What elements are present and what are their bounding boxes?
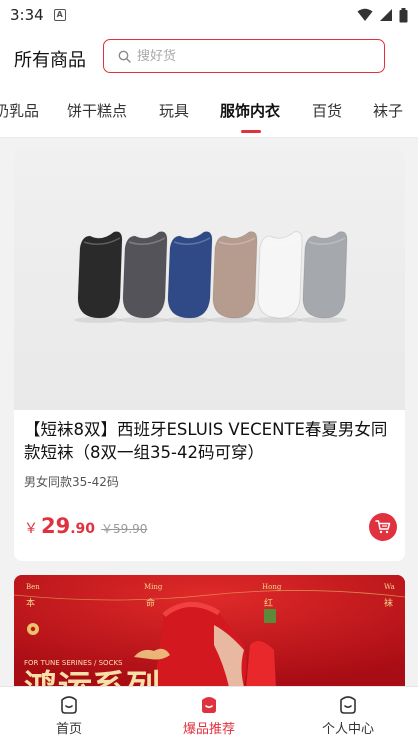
nav-profile-label: 个人中心 [321,722,374,737]
tab-general-goods[interactable]: 百货 [312,100,342,121]
search-input[interactable] [137,48,357,64]
product-image[interactable] [14,148,405,410]
banner-char-wa: 袜 [384,597,393,609]
bottom-nav: 首页 爆品推荐 个人中心 [0,686,418,744]
hot-picks-icon [202,697,216,713]
tab-toys[interactable]: 玩具 [159,100,189,121]
product-subtitle: 男女同款35-42码 [24,475,119,489]
sock-3 [164,231,213,323]
nav-home[interactable]: 首页 [19,693,119,737]
price-integer: 29 [41,514,71,538]
price-row: ￥ 29 .90 ￥59.90 [24,514,147,538]
sock-5 [254,231,303,323]
search-icon [118,50,131,63]
nav-hot-picks[interactable]: 爆品推荐 [159,693,259,737]
sock-2 [119,231,168,323]
add-to-cart-button[interactable] [369,513,397,541]
banner-char-ben: 本 [26,597,35,609]
banner-label-ming: Ming [144,583,163,591]
status-bar: 3:34 A [0,0,418,30]
banner-illustration: Ben 本 Ming 命 Hong 红 Wa 袜 FOR TUNE SERINE… [14,575,405,686]
tab-socks[interactable]: 袜子 [373,100,403,121]
nav-hot-picks-label: 爆品推荐 [182,722,235,737]
cart-icon [375,520,391,534]
wifi-icon [357,8,373,21]
page-title: 所有商品 [14,50,86,71]
socks-illustration [74,231,348,323]
banner-char-ming: 命 [146,597,155,609]
home-icon [61,696,77,714]
nav-home-label: 首页 [55,722,82,737]
banner-char-hong: 红 [264,597,273,609]
header: 所有商品 [0,30,418,88]
status-icons [357,7,408,23]
active-tab-indicator [241,130,261,133]
tab-biscuits[interactable]: 饼干糕点 [67,100,127,121]
profile-icon [340,696,356,714]
product-card[interactable]: 【短袜8双】西班牙ESLUIS VECENTE春夏男女同款短袜（8双一组35-4… [14,148,405,561]
category-tabs: 奶乳品 饼干糕点 玩具 服饰内衣 百货 袜子 [0,88,418,138]
product-title[interactable]: 【短袜8双】西班牙ESLUIS VECENTE春夏男女同款短袜（8双一组35-4… [24,418,395,464]
banner-title: 鸿运系列 [24,668,160,686]
sock-4 [209,231,258,323]
tab-clothing[interactable]: 服饰内衣 [220,100,280,121]
nav-profile[interactable]: 个人中心 [298,693,398,737]
banner-tagline: FOR TUNE SERINES / SOCKS [24,659,123,667]
cellular-signal-icon [380,9,392,21]
search-box[interactable] [103,39,385,73]
price-decimal: .90 [70,521,96,537]
original-price: ￥59.90 [101,522,148,536]
price-currency: ￥ [24,521,38,537]
product-card-banner[interactable]: Ben 本 Ming 命 Hong 红 Wa 袜 FOR TUNE SERINE… [14,575,405,686]
sock-1 [74,231,123,323]
banner-label-hong: Hong [262,583,282,591]
banner-label-ben: Ben [26,583,40,591]
sock-6 [299,231,348,323]
notification-icon: A [53,9,66,21]
battery-icon [399,7,408,22]
tab-dairy[interactable]: 奶乳品 [0,100,39,121]
status-time: 3:34 [10,6,44,24]
banner-label-wa: Wa [384,583,395,591]
